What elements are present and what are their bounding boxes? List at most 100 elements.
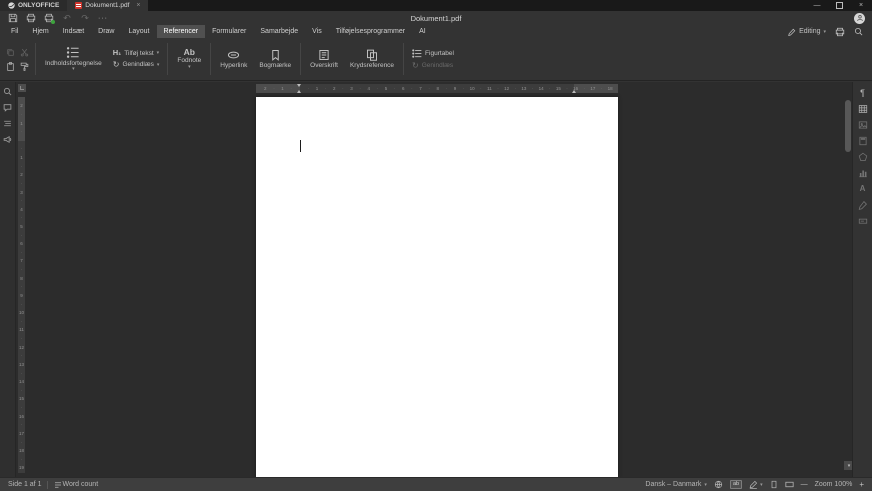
zoom-out-button[interactable]: — — [801, 481, 808, 488]
tab-stop-selector[interactable] — [18, 84, 26, 92]
spell-check-button[interactable]: ab — [730, 480, 742, 489]
ruler-tick: · — [18, 199, 25, 204]
tab-referencer[interactable]: Referencer — [157, 25, 206, 38]
tab-formularer[interactable]: Formularer — [205, 25, 253, 38]
feedback-button[interactable] — [3, 135, 12, 144]
language-label: Dansk – Danmark — [645, 481, 701, 488]
print-button[interactable] — [22, 12, 40, 25]
cut-button[interactable] — [20, 48, 29, 57]
ruler-tick: · — [584, 84, 586, 93]
user-icon — [856, 14, 864, 22]
horizontal-ruler[interactable]: ·1·2·3·4·5·6·7·8·9·10·11·12·13·14·15·16·… — [256, 84, 618, 93]
table-settings-button[interactable] — [857, 103, 869, 114]
more-toolbar-button[interactable]: ··· — [94, 15, 112, 22]
redo-button[interactable]: ↷ — [76, 12, 94, 25]
headings-panel-button[interactable] — [3, 119, 12, 128]
fit-page-button[interactable] — [770, 480, 778, 489]
ruler-tick: · — [377, 84, 379, 93]
fit-width-icon — [785, 480, 794, 489]
footnote-button[interactable]: Ab Fodnote ▾ — [171, 38, 207, 80]
ribbon-right-controls: Editing ▾ — [788, 27, 863, 37]
ruler-tick: 18 — [18, 449, 25, 454]
signature-icon — [858, 200, 868, 210]
tab-fil[interactable]: Fil — [4, 25, 25, 38]
word-count-button[interactable] — [54, 481, 62, 489]
text-art-settings-button[interactable]: A — [857, 183, 869, 194]
user-avatar[interactable] — [854, 13, 865, 24]
minimize-button[interactable]: — — [806, 0, 828, 11]
search-button[interactable] — [854, 27, 863, 36]
refresh-icon: ↻ — [113, 61, 120, 69]
image-settings-button[interactable] — [857, 119, 869, 130]
editing-mode-button[interactable]: Editing ▾ — [788, 28, 826, 36]
quick-print-button[interactable] — [40, 12, 58, 25]
ruler-tick: · — [359, 84, 361, 93]
text-language-selector[interactable]: Dansk – Danmark ▾ — [645, 481, 707, 488]
tab-draw[interactable]: Draw — [91, 25, 121, 38]
header-footer-icon — [858, 136, 868, 146]
ruler-tick: 3 — [350, 84, 353, 93]
save-button[interactable] — [4, 12, 22, 25]
page-indicator[interactable]: Side 1 af 1 — [8, 481, 41, 488]
word-count-label[interactable]: Word count — [62, 481, 98, 488]
paste-button[interactable] — [6, 62, 15, 71]
ruler-tick: 6 — [18, 242, 25, 247]
shape-settings-button[interactable] — [857, 151, 869, 162]
print-file-button[interactable] — [835, 27, 845, 37]
cross-reference-button[interactable]: Krydsreference — [344, 38, 400, 80]
ruler-tick: 16 — [18, 414, 25, 419]
first-line-indent-marker[interactable] — [297, 84, 301, 87]
paragraph-settings-button[interactable]: ¶ — [857, 87, 869, 98]
refresh-table-of-figures-button[interactable]: ↻ Genindlæs — [412, 62, 454, 70]
vertical-scrollbar[interactable] — [845, 97, 851, 465]
copy-style-button[interactable] — [20, 62, 29, 71]
vertical-ruler[interactable]: ·1·2·3·4·5·6·7·8·9·10·11·12·13·14·15·16·… — [18, 97, 25, 473]
ruler-tick: · — [18, 182, 25, 187]
ruler-tick: 1 — [18, 121, 25, 126]
tab-layout[interactable]: Layout — [121, 25, 156, 38]
undo-button[interactable]: ↶ — [58, 12, 76, 25]
tab-indsaet[interactable]: Indsæt — [56, 25, 91, 38]
fit-width-button[interactable] — [785, 480, 794, 489]
table-of-figures-icon — [412, 49, 422, 58]
copy-button[interactable] — [6, 48, 15, 57]
add-text-button[interactable]: H₁ Tilføj tekst ▾ — [113, 49, 160, 57]
tab-close-icon[interactable]: × — [136, 2, 140, 9]
left-indent-marker[interactable] — [297, 90, 301, 93]
hyperlink-button[interactable]: Hyperlink — [214, 38, 253, 80]
zoom-level-label[interactable]: Zoom 100% — [815, 481, 853, 488]
tab-tilfojelsesprogrammer[interactable]: Tilføjelsesprogrammer — [329, 25, 412, 38]
search-panel-button[interactable] — [3, 87, 12, 96]
maximize-button[interactable] — [828, 0, 850, 11]
caption-button[interactable]: Overskrift — [304, 38, 344, 80]
ruler-tick: · — [18, 423, 25, 428]
window-controls: — × — [806, 0, 872, 11]
refresh-toc-button[interactable]: ↻ Genindlæs ▾ — [113, 61, 160, 69]
tab-samarbejde[interactable]: Samarbejde — [253, 25, 305, 38]
tab-hjem[interactable]: Hjem — [25, 25, 55, 38]
signature-settings-button[interactable] — [857, 199, 869, 210]
comments-panel-button[interactable] — [3, 103, 12, 112]
scrollbar-thumb[interactable] — [845, 100, 851, 152]
ruler-tick: · — [463, 84, 465, 93]
search-icon — [3, 87, 12, 96]
ruler-tick: 12 — [504, 84, 509, 93]
bookmark-button[interactable]: Bogmærke — [253, 38, 297, 80]
tab-ai[interactable]: AI — [412, 25, 433, 38]
form-settings-button[interactable] — [857, 215, 869, 226]
tab-vis[interactable]: Vis — [305, 25, 329, 38]
zoom-in-button[interactable]: + — [859, 480, 864, 489]
table-of-figures-button[interactable]: Figurtabel — [412, 49, 454, 58]
header-footer-settings-button[interactable] — [857, 135, 869, 146]
chart-settings-button[interactable] — [857, 167, 869, 178]
table-of-contents-button[interactable]: Indholdsfortegnelse ▾ — [39, 38, 108, 80]
document-page[interactable] — [256, 97, 618, 479]
document-tab[interactable]: Dokument1.pdf × — [67, 0, 148, 11]
fit-page-icon — [770, 480, 778, 489]
app-brand-tab[interactable]: ONLYOFFICE — [0, 0, 67, 11]
document-language-button[interactable] — [714, 480, 723, 489]
close-button[interactable]: × — [850, 0, 872, 11]
ruler-tick: 10 — [18, 311, 25, 316]
ink-tools-button[interactable]: ▾ — [749, 480, 763, 489]
ruler-tick: · — [549, 84, 551, 93]
